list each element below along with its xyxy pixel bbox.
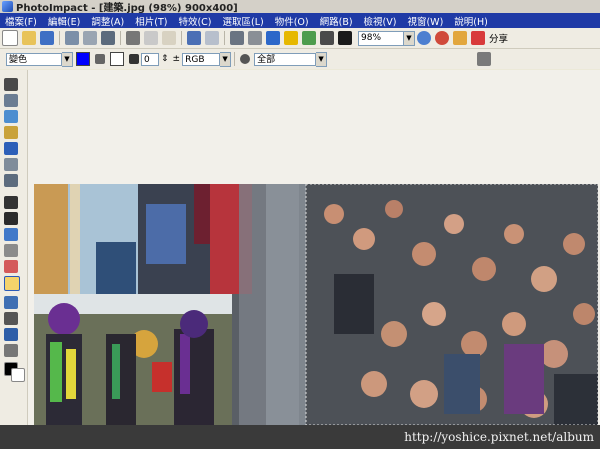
title-bar: PhotoImpact - [建築.jpg (98%) 900x400] xyxy=(0,0,600,14)
background-color-swatch[interactable] xyxy=(11,368,25,382)
menu-photo[interactable]: 相片(T) xyxy=(130,14,173,28)
panel-manager-icon[interactable] xyxy=(477,52,492,66)
zoom-dropdown-icon[interactable]: ▼ xyxy=(404,30,415,46)
undo-icon[interactable] xyxy=(187,31,201,45)
globe-icon[interactable] xyxy=(417,31,431,45)
capture-icon[interactable] xyxy=(230,31,244,45)
photoimpact-app-icon xyxy=(2,1,13,12)
background-swatch[interactable] xyxy=(110,52,124,66)
camera-icon[interactable] xyxy=(101,31,115,45)
print-icon[interactable] xyxy=(83,31,97,45)
separator xyxy=(224,31,225,45)
magic-wand-icon[interactable] xyxy=(4,126,18,139)
menu-object[interactable]: 物件(O) xyxy=(270,14,315,28)
swap-colors-icon[interactable] xyxy=(95,54,105,64)
brush-icon[interactable] xyxy=(320,31,334,45)
path-tool-icon[interactable] xyxy=(4,158,18,171)
mail-icon[interactable] xyxy=(248,31,262,45)
album-icon[interactable] xyxy=(453,31,467,45)
menu-bar: 檔案(F) 編輯(E) 調整(A) 相片(T) 特效(C) 選取區(L) 物件(… xyxy=(0,13,600,28)
paste-icon[interactable] xyxy=(162,31,176,45)
palette-icon[interactable] xyxy=(302,31,316,45)
menu-web[interactable]: 網路(B) xyxy=(315,14,359,28)
copy-icon[interactable] xyxy=(144,31,158,45)
transparency-icon[interactable] xyxy=(129,54,139,64)
mode-dropdown-icon[interactable]: ▼ xyxy=(62,51,73,67)
menu-window[interactable]: 視窗(W) xyxy=(402,14,449,28)
eyedropper-icon[interactable] xyxy=(4,312,18,325)
image-canvas[interactable] xyxy=(34,184,598,425)
zoom-tool-icon[interactable] xyxy=(4,296,18,309)
menu-file[interactable]: 檔案(F) xyxy=(0,14,43,28)
cut-icon[interactable] xyxy=(126,31,140,45)
minus-icon[interactable]: ± xyxy=(173,54,181,64)
selection-tool-icon[interactable] xyxy=(4,94,18,107)
text-tool-icon[interactable] xyxy=(4,142,18,155)
paint-icon[interactable] xyxy=(338,31,352,45)
scan-icon[interactable] xyxy=(65,31,79,45)
eraser-icon[interactable] xyxy=(4,260,18,273)
separator xyxy=(120,31,121,45)
lasso-tool-icon[interactable] xyxy=(4,110,18,123)
redo-icon[interactable] xyxy=(205,31,219,45)
menu-selection[interactable]: 選取區(L) xyxy=(218,14,270,28)
light-icon[interactable] xyxy=(284,31,298,45)
standard-toolbar: 98% ▼ 分享 xyxy=(0,28,600,49)
watermark-text: http://yoshice.pixnet.net/album xyxy=(404,430,594,444)
color-model-dropdown-icon[interactable]: ▼ xyxy=(220,51,232,67)
paint-brush-icon[interactable] xyxy=(4,212,18,225)
foreground-swatch[interactable] xyxy=(76,52,90,66)
pen-tool-icon[interactable] xyxy=(4,328,18,341)
share-icon[interactable] xyxy=(471,31,485,45)
tool-panel xyxy=(0,70,28,425)
menu-effect[interactable]: 特效(C) xyxy=(173,14,217,28)
fill-tool-icon[interactable] xyxy=(4,276,20,291)
channel-icon[interactable] xyxy=(240,54,251,64)
color-model-select[interactable]: RGB xyxy=(182,52,221,66)
open-folder-icon[interactable] xyxy=(22,31,36,45)
retouch-tool-icon[interactable] xyxy=(4,244,18,257)
number-field[interactable]: 0 xyxy=(141,52,159,66)
separator xyxy=(181,31,182,45)
menu-view[interactable]: 檢視(V) xyxy=(359,14,403,28)
separator xyxy=(59,31,60,45)
save-icon[interactable] xyxy=(40,31,54,45)
scope-select[interactable]: 全部 xyxy=(254,52,317,66)
new-file-icon[interactable] xyxy=(2,30,18,46)
pick-tool-icon[interactable] xyxy=(4,78,18,91)
separator xyxy=(234,52,236,66)
clone-stamp-icon[interactable] xyxy=(4,228,18,241)
web-icon[interactable] xyxy=(266,31,280,45)
zoom-field[interactable]: 98% xyxy=(358,30,404,46)
mode-select[interactable]: 變色 xyxy=(6,52,62,66)
share-label[interactable]: 分享 xyxy=(489,31,508,45)
scope-dropdown-icon[interactable]: ▼ xyxy=(316,51,328,67)
window-title: PhotoImpact - [建築.jpg (98%) 900x400] xyxy=(16,3,238,14)
eye-tool-icon[interactable] xyxy=(4,196,18,209)
crop-tool-icon[interactable] xyxy=(4,174,18,187)
collage-image xyxy=(34,184,598,425)
menu-help[interactable]: 說明(H) xyxy=(449,14,494,28)
transform-tool-icon[interactable] xyxy=(4,344,18,357)
spin-icon[interactable]: ⇕ xyxy=(161,54,169,64)
menu-adjust[interactable]: 調整(A) xyxy=(86,14,130,28)
attribute-toolbar: 變色 ▼ 0 ⇕ ± RGB ▼ 全部 ▼ xyxy=(0,49,600,69)
menu-edit[interactable]: 編輯(E) xyxy=(43,14,86,28)
heart-icon[interactable] xyxy=(435,31,449,45)
